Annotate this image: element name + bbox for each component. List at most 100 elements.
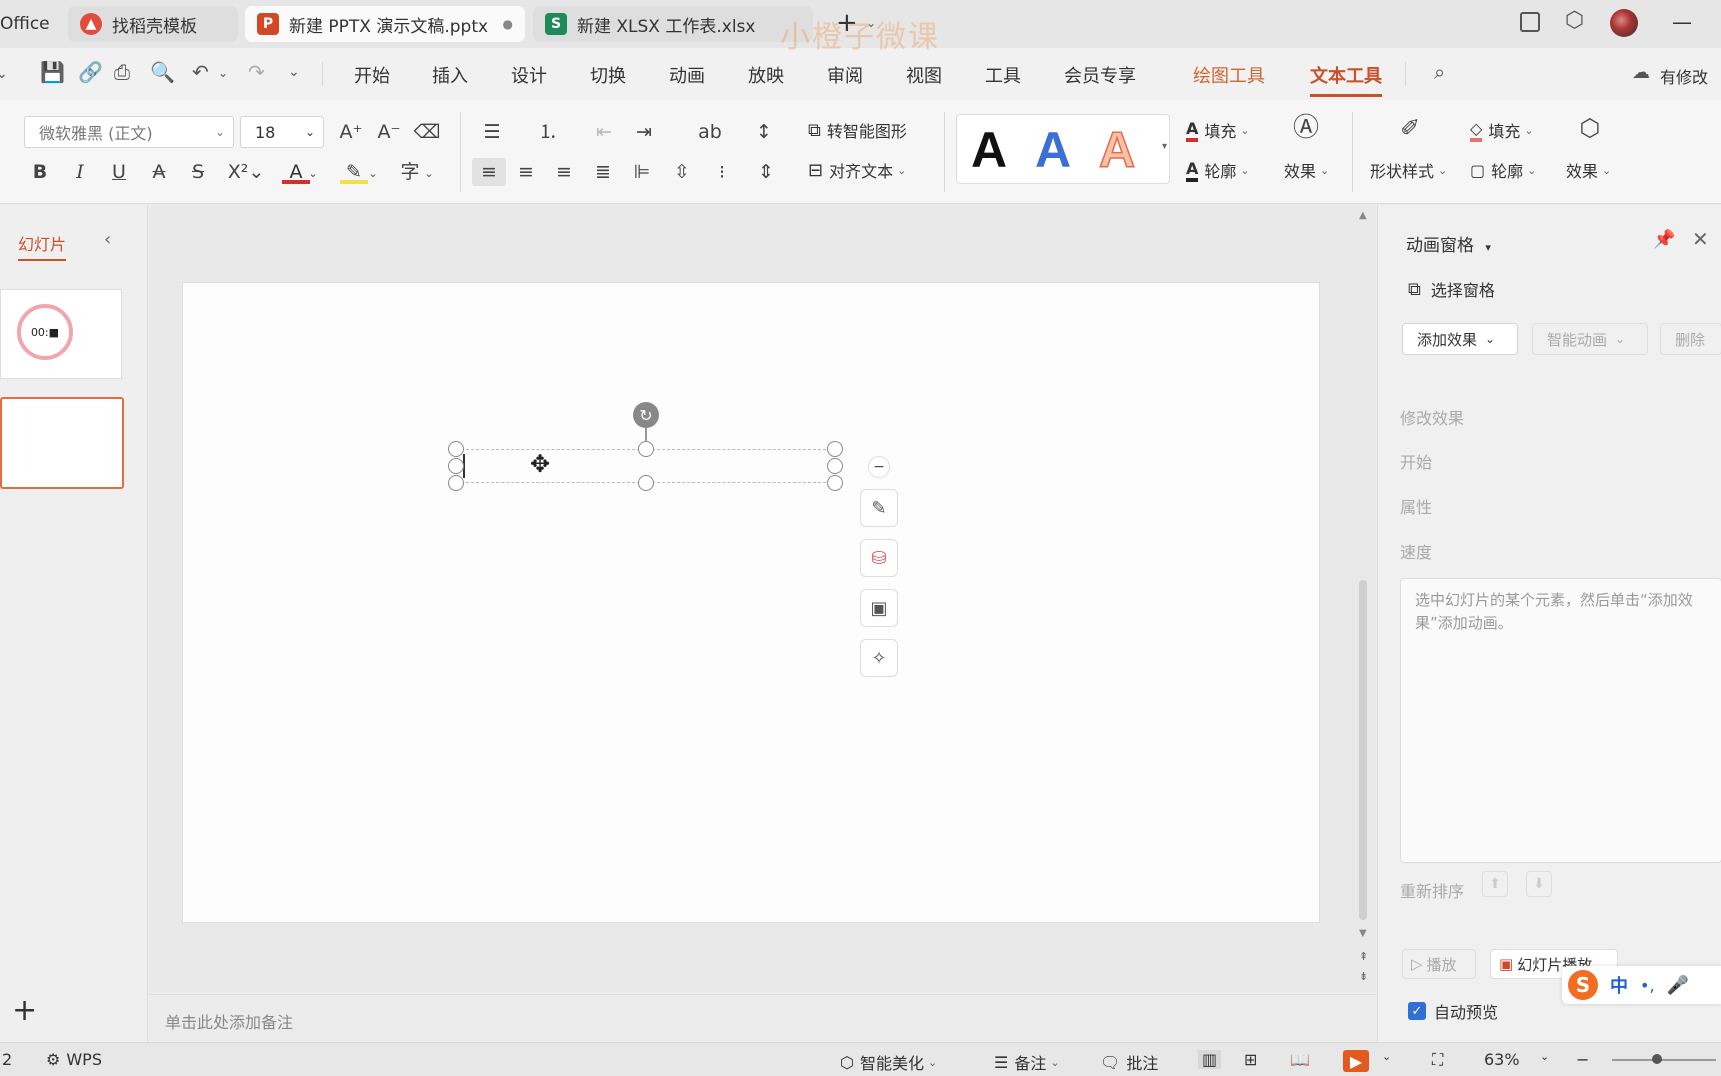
shape-effect-icon[interactable]: ⬡ xyxy=(1576,114,1604,142)
text-direction-icon[interactable]: ab xyxy=(696,118,724,146)
menu-transition[interactable]: 切换 xyxy=(590,62,626,88)
increase-font-icon[interactable]: A⁺ xyxy=(337,118,365,146)
resize-handle[interactable] xyxy=(448,441,464,457)
sort-icon[interactable]: ↕ xyxy=(750,118,778,146)
menu-slideshow[interactable]: 放映 xyxy=(748,62,784,88)
resize-handle[interactable] xyxy=(448,458,464,474)
microphone-icon[interactable]: 🎤 xyxy=(1667,975,1689,996)
add-slide-icon[interactable]: + xyxy=(12,993,37,1028)
modified-status[interactable]: 有修改 xyxy=(1660,64,1708,88)
zoom-slider-thumb[interactable] xyxy=(1652,1054,1662,1064)
collapse-toolbar-icon[interactable]: − xyxy=(868,456,890,478)
slide-thumbnail-2[interactable] xyxy=(0,397,124,489)
text-effect-button[interactable]: 效果 ⌄ xyxy=(1284,158,1329,182)
bold-icon[interactable]: B xyxy=(26,158,54,186)
zoom-slider[interactable] xyxy=(1612,1054,1716,1064)
prev-slide-icon[interactable]: ⇞ xyxy=(1359,950,1368,963)
shape-style-button[interactable]: 形状样式 ⌄ xyxy=(1370,158,1447,182)
highlight-icon[interactable]: ✎ xyxy=(340,158,368,184)
wps-button[interactable]: ⚙ WPS xyxy=(46,1050,102,1069)
delete-button[interactable]: 删除 xyxy=(1660,323,1721,355)
animation-list[interactable]: 选中幻灯片的某个元素，然后单击“添加效果”添加动画。 xyxy=(1400,578,1721,863)
close-icon[interactable]: ✕ xyxy=(1692,227,1709,251)
style-orange-a-icon[interactable]: A xyxy=(1098,121,1136,179)
font-color-chevron-icon[interactable]: ⌄ xyxy=(306,160,320,188)
scroll-up-icon[interactable]: ▲ xyxy=(1359,210,1367,221)
gallery-more-icon[interactable]: ▾ xyxy=(1162,141,1167,152)
phonetic-chevron-icon[interactable]: ⌄ xyxy=(422,160,436,188)
window-layout-icon[interactable] xyxy=(1520,12,1540,32)
auto-preview-toggle[interactable]: ✓ 自动预览 xyxy=(1408,999,1498,1023)
magic-tools-icon[interactable]: ✧ xyxy=(860,639,898,677)
link-icon[interactable]: 🔗 xyxy=(78,60,103,84)
menu-tools[interactable]: 工具 xyxy=(985,62,1021,88)
justify-icon[interactable]: ≣ xyxy=(589,158,617,186)
text-outline-button[interactable]: A 轮廓 ⌄ xyxy=(1186,158,1250,182)
align-center-icon[interactable]: ≡ xyxy=(512,158,540,186)
resize-handle[interactable] xyxy=(638,475,654,491)
more-chevron-icon[interactable]: ⌄ xyxy=(288,64,300,80)
minimize-icon[interactable]: — xyxy=(1672,10,1692,34)
smart-shape-button[interactable]: ⧉ 转智能图形 xyxy=(808,118,907,142)
normal-view-icon[interactable]: ▥ xyxy=(1198,1050,1222,1069)
phonetic-icon[interactable]: 字 xyxy=(396,158,424,186)
resize-handle[interactable] xyxy=(827,475,843,491)
avatar[interactable] xyxy=(1610,9,1638,37)
zoom-value[interactable]: 63% xyxy=(1484,1050,1520,1069)
increase-indent-icon[interactable]: ⇥ xyxy=(630,118,658,146)
save-icon[interactable]: 💾 xyxy=(40,60,65,84)
style-black-a-icon[interactable]: A xyxy=(971,121,1007,179)
shape-style-icon[interactable]: ✐ xyxy=(1396,114,1424,142)
strikethrough-icon[interactable]: A xyxy=(145,158,173,186)
rotate-handle-icon[interactable]: ↻ xyxy=(633,402,659,428)
menu-member[interactable]: 会员专享 xyxy=(1064,62,1136,88)
resize-handle[interactable] xyxy=(827,441,843,457)
clear-format-icon[interactable]: ⌫ xyxy=(413,118,441,146)
line-spacing-icon[interactable]: ⇳ xyxy=(668,158,696,186)
cloud-sync-icon[interactable]: ☁ xyxy=(1632,62,1650,83)
menu-home[interactable]: 开始 xyxy=(354,62,390,88)
highlight-chevron-icon[interactable]: ⌄ xyxy=(366,160,380,188)
reading-view-icon[interactable]: 📖 xyxy=(1290,1050,1310,1069)
underline-icon[interactable]: U xyxy=(105,158,133,186)
pen-icon[interactable]: ✎ xyxy=(860,489,898,527)
text-effect-icon[interactable]: Ⓐ xyxy=(1292,114,1320,142)
shape-outline-button[interactable]: ▢ 轮廓 ⌄ xyxy=(1470,158,1536,182)
fill-bucket-icon[interactable]: ⛁ xyxy=(860,539,898,577)
style-blue-a-icon[interactable]: A xyxy=(1035,121,1071,179)
menu-review[interactable]: 审阅 xyxy=(827,62,863,88)
comment-button[interactable]: 🗨 批注 xyxy=(1100,1050,1158,1074)
column-icon[interactable]: ⇕ xyxy=(752,158,780,186)
bullet-list-icon[interactable]: ☰ xyxy=(478,118,506,146)
align-left-icon[interactable]: ≡ xyxy=(472,158,506,186)
search-icon[interactable]: ⌕ xyxy=(1434,60,1445,84)
print-preview-icon[interactable]: 🔍 xyxy=(150,60,175,84)
superscript-icon[interactable]: X²⌄ xyxy=(226,158,266,186)
scroll-down-icon[interactable]: ▼ xyxy=(1359,928,1367,939)
ime-lang[interactable]: 中 xyxy=(1610,972,1628,998)
italic-icon[interactable]: I xyxy=(66,158,94,186)
menu-chevron-icon[interactable]: ⌄ xyxy=(0,66,8,82)
font-name-select[interactable]: 微软雅黑 (正文) ⌄ xyxy=(24,116,234,148)
menu-drawing-tools[interactable]: 绘图工具 xyxy=(1193,62,1265,88)
shape-effect-button[interactable]: 效果 ⌄ xyxy=(1566,158,1611,182)
menu-view[interactable]: 视图 xyxy=(906,62,942,88)
slides-tab[interactable]: 幻灯片 xyxy=(18,231,67,261)
shape-fill-button[interactable]: ◇ 填充 ⌄ xyxy=(1470,118,1534,142)
move-down-icon[interactable]: ⬇ xyxy=(1526,871,1552,897)
ime-toolbar[interactable]: S 中 •, 🎤 xyxy=(1562,966,1721,1004)
next-slide-icon[interactable]: ⇟ xyxy=(1359,970,1368,983)
unsaved-dot-icon[interactable]: ● xyxy=(503,17,513,31)
tab-pptx[interactable]: P 新建 PPTX 演示文稿.pptx ● xyxy=(245,6,525,42)
align-right-icon[interactable]: ≡ xyxy=(550,158,578,186)
resize-handle[interactable] xyxy=(638,441,654,457)
slide-canvas[interactable] xyxy=(182,282,1320,923)
notes-area[interactable]: 单击此处添加备注 xyxy=(149,994,1376,1042)
beautify-button[interactable]: ⬡ 智能美化 ⌄ xyxy=(840,1050,937,1074)
smart-anim-button[interactable]: 智能动画 ⌄ xyxy=(1532,323,1648,355)
add-effect-button[interactable]: 添加效果 ⌄ xyxy=(1402,323,1518,355)
decrease-font-icon[interactable]: A⁻ xyxy=(375,118,403,146)
align-text-button[interactable]: ⊟ 对齐文本 ⌄ xyxy=(808,158,906,182)
undo-icon[interactable]: ↶ xyxy=(192,60,209,84)
ime-punct[interactable]: •, xyxy=(1640,976,1655,995)
